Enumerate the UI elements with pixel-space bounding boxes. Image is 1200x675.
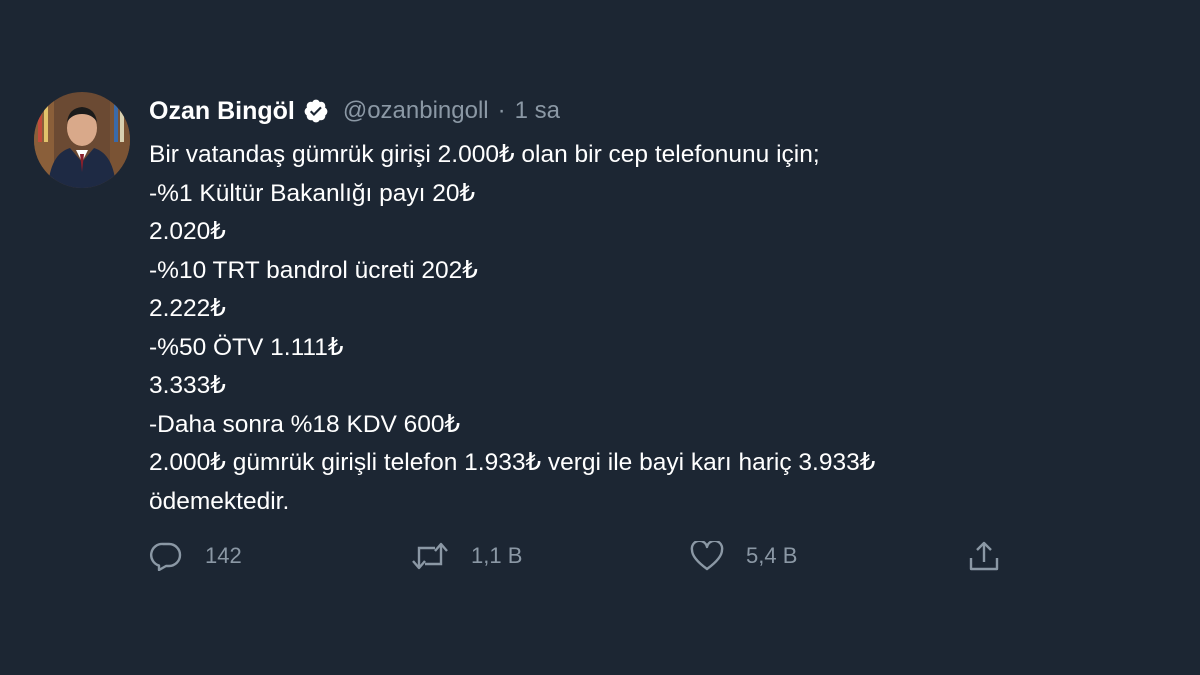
tweet-text-line: -%1 Kültür Bakanlığı payı 20₺ [149, 179, 476, 207]
like-button[interactable]: 5,4 B [690, 536, 797, 576]
heart-icon [690, 541, 724, 571]
share-icon [967, 540, 1001, 572]
tweet-text-line: -Daha sonra %18 KDV 600₺ [149, 410, 461, 438]
tweet-text-line: Bir vatandaş gümrük girişi 2.000₺ olan b… [149, 141, 820, 168]
reply-button[interactable]: 142 [149, 536, 242, 576]
verified-badge-icon [303, 98, 329, 124]
tweet-text-line: -%50 ÖTV 1.111₺ [149, 333, 344, 361]
reply-count: 142 [205, 543, 242, 568]
author-handle[interactable]: @ozanbingoll [343, 97, 489, 125]
tweet-text: Bir vatandaş gümrük girişi 2.000₺ olan b… [149, 136, 1129, 521]
tweet-text-line: 3.333₺ [149, 372, 226, 399]
tweet-card: Ozan Bingöl @ozanbingoll · 1 sa Bir vata… [34, 88, 1134, 608]
tweet-text-line: -%10 TRT bandrol ücreti 202₺ [149, 256, 478, 284]
like-count: 5,4 B [746, 543, 798, 568]
tweet-content: Ozan Bingöl @ozanbingoll · 1 sa Bir vata… [149, 88, 1129, 521]
author-name[interactable]: Ozan Bingöl [149, 97, 295, 126]
tweet-actions: 142 1,1 B 5,4 B [149, 536, 1049, 576]
retweet-button[interactable]: 1,1 B [411, 536, 522, 576]
separator-dot: · [497, 97, 506, 124]
retweet-count: 1,1 B [471, 543, 523, 568]
tweet-time[interactable]: 1 sa [515, 97, 560, 125]
profile-photo-icon [34, 92, 130, 188]
avatar[interactable] [34, 92, 130, 188]
tweet-text-line: 2.000₺ gümrük girişli telefon 1.933₺ ver… [149, 449, 876, 476]
tweet-text-line: 2.222₺ [149, 295, 226, 322]
share-button[interactable] [967, 536, 1001, 576]
reply-icon [149, 541, 183, 571]
tweet-header: Ozan Bingöl @ozanbingoll · 1 sa [149, 88, 1129, 134]
retweet-icon [411, 541, 449, 571]
tweet-text-line: ödemektedir. [149, 487, 290, 515]
tweet-text-line: 2.020₺ [149, 218, 226, 245]
